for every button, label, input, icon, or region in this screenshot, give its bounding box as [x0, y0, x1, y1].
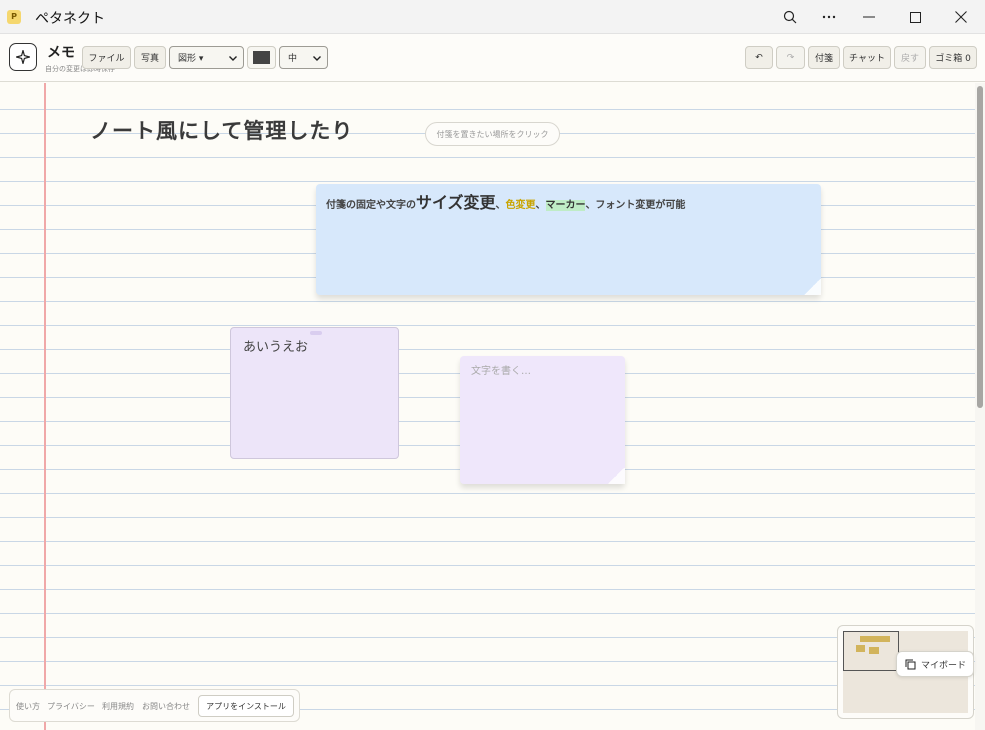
sticky-note-button[interactable]: 付箋: [808, 46, 840, 69]
shape-select-value: 図形 ▾: [178, 54, 204, 64]
more-icon: [822, 15, 836, 19]
sticky-note-blue-text[interactable]: 付箋の固定や文字のサイズ変更、色変更、マーカー、フォント変更が可能: [326, 189, 685, 213]
sparkle-icon: [16, 50, 30, 64]
size-select[interactable]: 中: [279, 46, 328, 69]
pin-icon: [310, 331, 322, 335]
my-board-button[interactable]: マイボード: [896, 651, 974, 677]
note-text-big: サイズ変更: [416, 193, 496, 212]
more-button[interactable]: [807, 0, 851, 34]
minimize-button[interactable]: [847, 0, 891, 34]
note-text-part2: 、フォント変更が可能: [585, 200, 686, 211]
minimap-note: [856, 645, 865, 652]
minimap-note: [869, 647, 879, 654]
note-text-sep2: 、: [535, 200, 546, 211]
zoom-button[interactable]: [768, 0, 812, 34]
footer-link-contact[interactable]: お問い合わせ: [142, 701, 190, 712]
footer-link-terms[interactable]: 利用規約: [102, 701, 134, 712]
restore-button[interactable]: 戻す: [894, 46, 926, 69]
shape-select[interactable]: 図形 ▾: [169, 46, 244, 69]
chevron-down-icon: [313, 56, 321, 61]
note-text-yellow: 色変更: [505, 200, 536, 211]
board-canvas[interactable]: ノート風にして管理したり 付箋を置きたい場所をクリック 付箋の固定や文字のサイズ…: [0, 83, 975, 730]
sticky-note-placeholder[interactable]: 文字を書く…: [471, 362, 531, 377]
redo-button[interactable]: ↷: [776, 46, 805, 69]
toolbar: メモ 自分の変更は即時保存 ファイル 写真 図形 ▾ 中 ↶ ↷ 付箋 チャット…: [0, 34, 985, 82]
chat-button[interactable]: チャット: [843, 46, 891, 69]
undo-button[interactable]: ↶: [745, 46, 773, 69]
placement-hint: 付箋を置きたい場所をクリック: [425, 122, 560, 146]
board-heading-text[interactable]: ノート風にして管理したり: [90, 115, 353, 145]
undo-icon: ↶: [755, 52, 763, 63]
ai-assist-button[interactable]: [9, 43, 37, 71]
footer-link-privacy[interactable]: プライバシー: [47, 701, 95, 712]
title-bar: P ペタネクト: [0, 0, 985, 34]
note-text-sep1: 、: [495, 200, 506, 211]
notebook-margin-line: [44, 83, 46, 730]
note-resize-corner[interactable]: [607, 468, 625, 484]
maximize-icon: [909, 11, 921, 23]
install-app-button[interactable]: アプリをインストール: [198, 695, 294, 717]
redo-icon: ↷: [786, 52, 795, 63]
size-select-value: 中: [288, 54, 298, 64]
pen-color-swatch: [253, 51, 270, 64]
copy-icon: [905, 659, 916, 669]
footer-link-howto[interactable]: 使い方: [16, 701, 40, 712]
maximize-button[interactable]: [893, 0, 937, 34]
window-title: ペタネクト: [35, 11, 105, 27]
photo-button[interactable]: 写真: [134, 46, 166, 69]
close-button[interactable]: [939, 0, 983, 34]
trash-button[interactable]: ゴミ箱 0: [929, 46, 977, 69]
note-resize-corner[interactable]: [803, 279, 821, 295]
file-button[interactable]: ファイル: [82, 46, 131, 69]
app-icon: P: [7, 10, 21, 24]
chevron-down-icon: [229, 56, 237, 61]
minimap-note: [860, 636, 890, 642]
note-text-part1: 付箋の固定や文字の: [326, 200, 416, 211]
my-board-label: マイボード: [921, 660, 967, 671]
pen-color-button[interactable]: [247, 46, 276, 69]
minimize-icon: [863, 16, 875, 18]
note-text-marker: マーカー: [545, 200, 586, 211]
sticky-note-blue[interactable]: 付箋の固定や文字のサイズ変更、色変更、マーカー、フォント変更が可能: [316, 184, 821, 295]
search-zoom-icon: [783, 10, 797, 24]
footer-links: 使い方 プライバシー 利用規約 お問い合わせ アプリをインストール: [9, 689, 300, 722]
sticky-note-purple-empty[interactable]: 文字を書く…: [460, 356, 625, 484]
sticky-note-purple-text[interactable]: あいうえお: [243, 336, 308, 355]
document-title[interactable]: メモ: [47, 42, 75, 62]
sticky-note-purple-pinned[interactable]: あいうえお: [230, 327, 399, 459]
close-icon: [955, 11, 967, 23]
scrollbar-thumb[interactable]: [977, 86, 983, 408]
